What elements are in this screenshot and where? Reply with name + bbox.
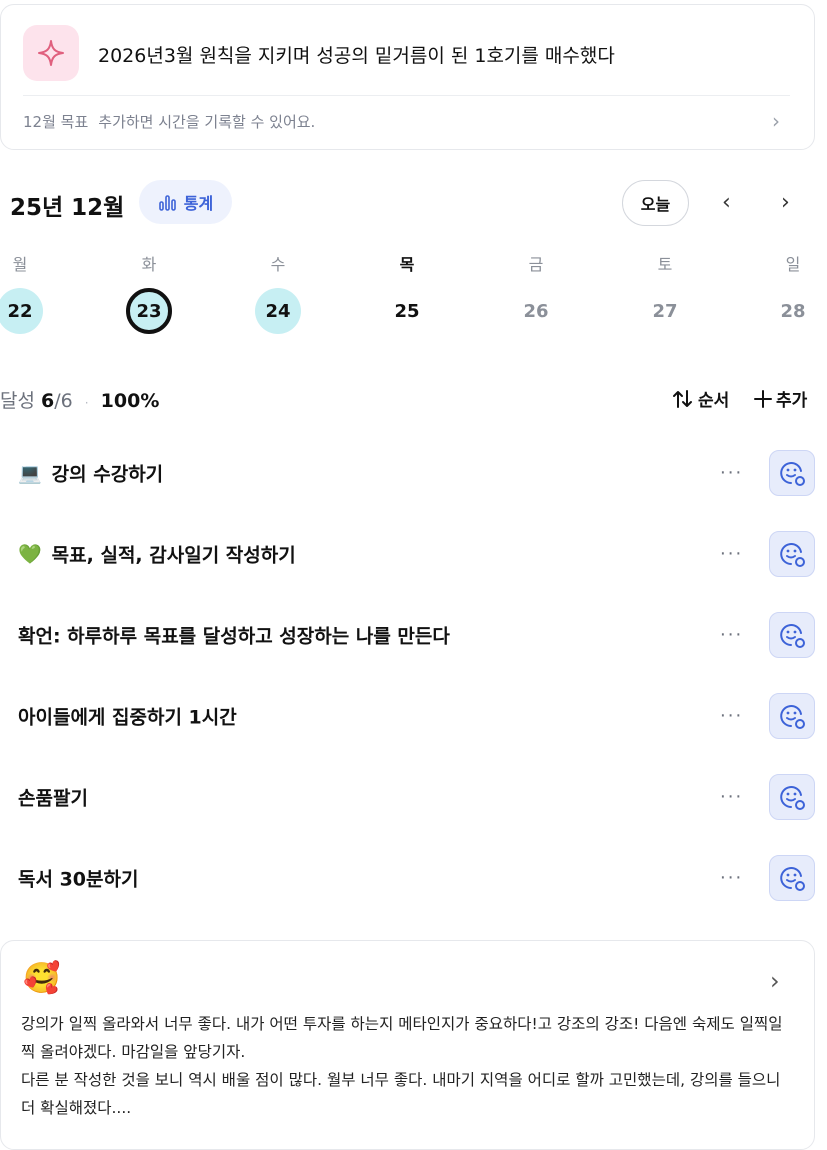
smile-add-icon: [780, 867, 805, 891]
task-item[interactable]: 💚 목표, 실적, 감사일기 작성하기 ···: [0, 524, 827, 584]
next-week-icon[interactable]: ›: [781, 190, 790, 215]
smile-add-icon: [780, 705, 805, 729]
more-icon[interactable]: ···: [720, 625, 743, 646]
task-label: 독서 30분하기: [18, 865, 138, 892]
task-item[interactable]: 독서 30분하기 ···: [0, 848, 827, 908]
diary-text: 강의가 일찍 올라와서 너무 좋다. 내가 어떤 투자를 하는지 메타인지가 중…: [21, 1010, 796, 1122]
more-icon[interactable]: ···: [720, 544, 743, 565]
goal-hint: 추가하면 시간을 기록할 수 있어요.: [98, 113, 316, 131]
goal-card[interactable]: 2026년3월 원칙을 지키며 성공의 밑거름이 된 1호기를 매수했다 12월…: [0, 4, 815, 150]
bar-chart-icon: [158, 195, 176, 211]
day-25[interactable]: 25: [384, 288, 430, 334]
day-26[interactable]: 26: [513, 288, 559, 334]
more-icon[interactable]: ···: [720, 787, 743, 808]
dow-mon: 월: [12, 255, 28, 274]
emotion-button[interactable]: [769, 450, 815, 496]
task-title: 아이들에게 집중하기 1시간: [18, 706, 237, 729]
add-label: 추가: [776, 391, 808, 411]
goal-month-label: 12월 목표: [23, 113, 89, 131]
dow-fri: 금: [528, 255, 544, 274]
smile-add-icon: [780, 786, 805, 810]
task-title: 손품팔기: [18, 787, 88, 810]
today-button[interactable]: 오늘: [622, 180, 689, 226]
month-title: 25년 12월: [10, 195, 125, 221]
plus-icon: [754, 389, 772, 408]
task-item[interactable]: 확언: 하루하루 목표를 달성하고 성장하는 나를 만든다 ···: [0, 605, 827, 665]
diary-card[interactable]: 🥰 › 강의가 일찍 올라와서 너무 좋다. 내가 어떤 투자를 하는지 메타인…: [0, 940, 815, 1150]
day-24[interactable]: 24: [255, 288, 301, 334]
more-icon[interactable]: ···: [720, 463, 743, 484]
emotion-button[interactable]: [769, 855, 815, 901]
progress-percent: 100%: [100, 390, 160, 412]
sort-label: 순서: [698, 391, 730, 411]
goal-title: 2026년3월 원칙을 지키며 성공의 밑거름이 된 1호기를 매수했다: [98, 45, 615, 67]
progress-summary: 달성 6/6 · 100%: [0, 386, 159, 413]
task-title: 강의 수강하기: [51, 463, 164, 486]
task-item[interactable]: 손품팔기 ···: [0, 767, 827, 827]
emotion-button[interactable]: [769, 774, 815, 820]
prev-week-icon[interactable]: ‹: [722, 190, 731, 215]
day-28[interactable]: 28: [770, 288, 816, 334]
task-item[interactable]: 아이들에게 집중하기 1시간 ···: [0, 686, 827, 746]
sort-icon: [673, 389, 692, 408]
separator-dot: ·: [84, 396, 89, 410]
goal-subtitle: 12월 목표 추가하면 시간을 기록할 수 있어요.: [23, 111, 315, 132]
sort-button[interactable]: 순서: [672, 386, 729, 411]
task-label: 💻 강의 수강하기: [18, 460, 163, 487]
smiling-face-hearts-emoji: 🥰: [23, 961, 61, 996]
more-icon[interactable]: ···: [720, 868, 743, 889]
day-27[interactable]: 27: [642, 288, 688, 334]
more-icon[interactable]: ···: [720, 706, 743, 727]
dow-thu: 목: [399, 255, 415, 274]
laptop-emoji: 💻: [18, 462, 42, 485]
task-title: 확언: 하루하루 목표를 달성하고 성장하는 나를 만든다: [18, 625, 450, 648]
stats-button[interactable]: 통계: [139, 180, 232, 224]
emotion-button[interactable]: [769, 612, 815, 658]
day-22[interactable]: 22: [0, 288, 43, 334]
stats-label: 통계: [183, 194, 214, 213]
dow-sun: 일: [785, 255, 801, 274]
task-label: 💚 목표, 실적, 감사일기 작성하기: [18, 541, 296, 568]
add-button[interactable]: 추가: [754, 386, 807, 411]
emotion-button[interactable]: [769, 693, 815, 739]
emotion-button[interactable]: [769, 531, 815, 577]
task-label: 확언: 하루하루 목표를 달성하고 성장하는 나를 만든다: [18, 622, 450, 649]
dow-sat: 토: [657, 255, 673, 274]
task-title: 목표, 실적, 감사일기 작성하기: [51, 544, 296, 567]
smile-add-icon: [780, 543, 805, 567]
divider: [23, 95, 790, 96]
progress-done: 6: [41, 390, 55, 412]
smile-add-icon: [780, 462, 805, 486]
chevron-right-icon[interactable]: ›: [770, 967, 780, 995]
chevron-right-icon[interactable]: ›: [772, 109, 780, 133]
dow-wed: 수: [270, 255, 286, 274]
sparkle-icon: [23, 25, 79, 81]
diary-body: 강의가 일찍 올라와서 너무 좋다. 내가 어떤 투자를 하는지 메타인지가 중…: [21, 1015, 783, 1117]
progress-total: /6: [54, 390, 73, 412]
day-23[interactable]: 23: [126, 288, 172, 334]
task-item[interactable]: 💻 강의 수강하기 ···: [0, 443, 827, 503]
dow-tue: 화: [141, 255, 157, 274]
task-title: 독서 30분하기: [18, 868, 139, 891]
progress-label: 달성: [0, 390, 35, 412]
task-label: 아이들에게 집중하기 1시간: [18, 703, 237, 730]
green-heart-emoji: 💚: [18, 543, 42, 566]
task-label: 손품팔기: [18, 784, 88, 811]
smile-add-icon: [780, 624, 805, 648]
